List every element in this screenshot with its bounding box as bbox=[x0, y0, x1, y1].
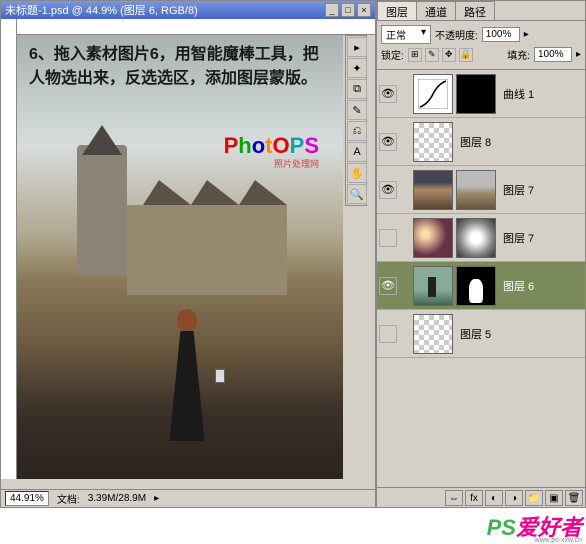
arrow-tool-icon[interactable]: ▸ bbox=[347, 37, 367, 57]
lock-all-icon[interactable]: 🔒 bbox=[459, 48, 473, 62]
layer-row[interactable]: 👁 曲线 1 bbox=[377, 70, 585, 118]
visibility-toggle-icon[interactable] bbox=[379, 325, 397, 343]
visibility-toggle-icon[interactable] bbox=[379, 229, 397, 247]
layer-name[interactable]: 图层 5 bbox=[460, 326, 491, 342]
wand-tool-icon[interactable]: ✦ bbox=[347, 58, 367, 78]
doc-size: 3.39M/28.9M bbox=[88, 493, 146, 504]
watermark-url: www.ps-xxw.cn bbox=[535, 537, 582, 544]
tool-strip: ▸ ✦ ⧉ ✎ ⎌ A ✋ 🔍 bbox=[345, 35, 367, 206]
figure-image bbox=[157, 309, 217, 449]
visibility-toggle-icon[interactable]: 👁 bbox=[379, 277, 397, 295]
lock-position-icon[interactable]: ✥ bbox=[442, 48, 456, 62]
fill-arrow-icon[interactable]: ▸ bbox=[576, 49, 581, 60]
layer-name[interactable]: 图层 8 bbox=[460, 134, 491, 150]
hand-tool-icon[interactable]: ✋ bbox=[347, 163, 367, 183]
close-button[interactable]: × bbox=[357, 3, 371, 17]
minimize-button[interactable]: _ bbox=[325, 3, 339, 17]
lock-pixels-icon[interactable]: ✎ bbox=[425, 48, 439, 62]
zoom-level[interactable]: 44.91% bbox=[5, 491, 49, 506]
layer-row[interactable]: 👁 图层 6 bbox=[377, 262, 585, 310]
text-tool-icon[interactable]: A bbox=[347, 142, 367, 162]
ruler-vertical bbox=[1, 19, 17, 479]
layer-thumbnail bbox=[413, 266, 453, 306]
visibility-toggle-icon[interactable]: 👁 bbox=[379, 133, 397, 151]
opacity-label: 不透明度: bbox=[435, 27, 478, 42]
layer-name[interactable]: 曲线 1 bbox=[503, 86, 534, 102]
doc-label: 文档: bbox=[57, 491, 80, 506]
layer-thumbnail bbox=[413, 170, 453, 210]
ruler-horizontal bbox=[17, 19, 375, 35]
zoom-tool-icon[interactable]: 🔍 bbox=[347, 184, 367, 204]
layer-thumbnail bbox=[413, 122, 453, 162]
layer-row[interactable]: 👁 图层 7 bbox=[377, 166, 585, 214]
layer-thumbnail bbox=[413, 218, 453, 258]
brush-tool-icon[interactable]: ✎ bbox=[347, 100, 367, 120]
mask-icon[interactable]: ◐ bbox=[485, 490, 503, 506]
clone-tool-icon[interactable]: ⎌ bbox=[347, 121, 367, 141]
maximize-button[interactable]: □ bbox=[341, 3, 355, 17]
chevron-down-icon: ▾ bbox=[421, 27, 426, 42]
blend-mode-dropdown[interactable]: 正常 ▾ bbox=[381, 25, 431, 44]
opacity-input[interactable]: 100% bbox=[482, 27, 520, 42]
folder-icon[interactable]: 📁 bbox=[525, 490, 543, 506]
visibility-toggle-icon[interactable]: 👁 bbox=[379, 85, 397, 103]
instruction-text: 6、拖入素材图片6，用智能魔棒工具，把人物选出来，反选选区，添加图层蒙版。 bbox=[29, 43, 331, 91]
lock-label: 锁定: bbox=[381, 47, 404, 62]
layer-name[interactable]: 图层 7 bbox=[503, 230, 534, 246]
lock-transparency-icon[interactable]: ⊞ bbox=[408, 48, 422, 62]
opacity-arrow-icon[interactable]: ▸ bbox=[524, 29, 529, 40]
tab-paths[interactable]: 路径 bbox=[455, 1, 495, 20]
mask-thumbnail bbox=[456, 170, 496, 210]
trash-icon[interactable]: 🗑 bbox=[565, 490, 583, 506]
layer-name[interactable]: 图层 6 bbox=[503, 278, 534, 294]
layer-thumbnail bbox=[413, 314, 453, 354]
panel-controls: 正常 ▾ 不透明度: 100% ▸ 锁定: ⊞ ✎ ✥ 🔒 填充: 100% ▸ bbox=[377, 21, 585, 70]
visibility-toggle-icon[interactable]: 👁 bbox=[379, 181, 397, 199]
panel-footer: ⇔ fx ◐ ◑ 📁 ▣ 🗑 bbox=[377, 487, 585, 507]
fill-label: 填充: bbox=[507, 47, 530, 62]
panel-tabs: 图层 通道 路径 bbox=[377, 1, 585, 21]
link-layers-icon[interactable]: ⇔ bbox=[445, 490, 463, 506]
tab-layers[interactable]: 图层 bbox=[377, 1, 417, 20]
fill-input[interactable]: 100% bbox=[534, 47, 572, 62]
tab-channels[interactable]: 通道 bbox=[416, 1, 456, 20]
crop-tool-icon[interactable]: ⧉ bbox=[347, 79, 367, 99]
adjustment-icon[interactable]: ◑ bbox=[505, 490, 523, 506]
layer-name[interactable]: 图层 7 bbox=[503, 182, 534, 198]
fx-icon[interactable]: fx bbox=[465, 490, 483, 506]
layer-row[interactable]: 图层 7 bbox=[377, 214, 585, 262]
document-window: 未标题-1.psd @ 44.9% (图层 6, RGB/8) _ □ × 6、… bbox=[0, 0, 376, 508]
mask-thumbnail bbox=[456, 74, 496, 114]
canvas[interactable]: 6、拖入素材图片6，用智能魔棒工具，把人物选出来，反选选区，添加图层蒙版。 Ph… bbox=[17, 35, 343, 479]
mask-thumbnail bbox=[456, 266, 496, 306]
layers-panel: 图层 通道 路径 正常 ▾ 不透明度: 100% ▸ 锁定: ⊞ ✎ ✥ 🔒 填… bbox=[376, 0, 586, 508]
castle-image bbox=[37, 145, 317, 325]
new-layer-icon[interactable]: ▣ bbox=[545, 490, 563, 506]
status-bar: 44.91% 文档: 3.39M/28.9M ▸ bbox=[1, 489, 375, 507]
status-arrow-icon[interactable]: ▸ bbox=[154, 493, 159, 504]
title-bar: 未标题-1.psd @ 44.9% (图层 6, RGB/8) _ □ × bbox=[1, 1, 375, 19]
layer-row[interactable]: 👁 图层 8 bbox=[377, 118, 585, 166]
layer-row[interactable]: 图层 5 bbox=[377, 310, 585, 358]
window-title: 未标题-1.psd @ 44.9% (图层 6, RGB/8) bbox=[5, 2, 325, 18]
curves-thumbnail bbox=[413, 74, 453, 114]
mask-thumbnail bbox=[456, 218, 496, 258]
layers-list[interactable]: 👁 曲线 1 👁 图层 8 👁 图层 7 图层 7 👁 图层 6 图层 5 bbox=[377, 70, 585, 510]
